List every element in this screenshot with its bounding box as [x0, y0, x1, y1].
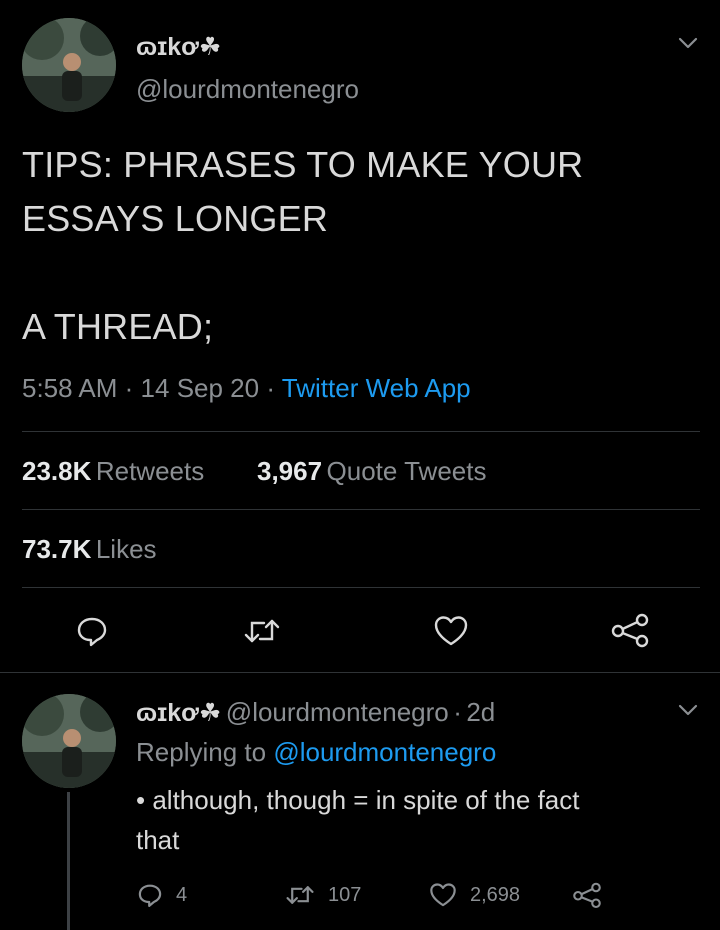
tweet-meta: 5:58 AM · 14 Sep 20 · Twitter Web App — [22, 373, 471, 404]
quote-tweets-stat[interactable]: 3,967 Quote Tweets — [257, 456, 486, 487]
thread-line — [67, 792, 70, 930]
reply-age[interactable]: 2d — [466, 697, 495, 727]
divider — [22, 587, 700, 588]
reply-icon — [136, 881, 164, 909]
author-avatar[interactable] — [22, 18, 116, 112]
tweet-text-line-3: A THREAD; — [22, 306, 214, 347]
divider — [0, 672, 720, 673]
reply-text-line-2: that — [136, 825, 180, 855]
likes-stat[interactable]: 73.7K Likes — [22, 534, 157, 565]
author-handle[interactable]: @lourdmontenegro — [136, 74, 359, 105]
reply-like-action[interactable]: 2,698 — [428, 880, 520, 910]
retweets-stat[interactable]: 23.8K Retweets — [22, 456, 204, 487]
share-icon[interactable] — [610, 611, 650, 649]
reply-like-count: 2,698 — [470, 883, 521, 906]
quote-tweets-count: 3,967 — [257, 456, 323, 486]
replying-to-line: Replying to @lourdmontenegro — [136, 737, 496, 768]
chevron-down-icon[interactable] — [676, 33, 700, 53]
likes-label: Likes — [95, 534, 157, 564]
reply-reply-action[interactable]: 4 — [136, 880, 187, 910]
chevron-down-icon[interactable] — [676, 700, 700, 720]
author-name[interactable]: ɷɪkơ☘ — [136, 32, 221, 62]
reply-count: 4 — [176, 883, 188, 906]
tweet-source-link[interactable]: Twitter Web App — [282, 373, 471, 403]
tweet-text-line-2: ESSAYS LONGER — [22, 198, 329, 239]
divider — [22, 509, 700, 510]
tweet-text-line-1: TIPS: PHRASES TO MAKE YOUR — [22, 144, 584, 185]
reply-text-line-1: • although, though = in spite of the fac… — [136, 785, 580, 815]
reply-author-avatar[interactable] — [22, 694, 116, 788]
reply-author-name[interactable]: ɷɪkơ☘ — [136, 699, 221, 727]
likes-count: 73.7K — [22, 534, 92, 564]
share-icon[interactable] — [572, 880, 602, 910]
reply-retweet-action[interactable]: 107 — [284, 880, 361, 910]
tweet-time[interactable]: 5:58 AM — [22, 373, 117, 403]
meta-separator: · — [266, 373, 276, 403]
replying-to-label: Replying to — [136, 737, 267, 767]
like-icon — [428, 881, 458, 909]
reply-header: ɷɪkơ☘ @lourdmontenegro · 2d — [136, 697, 495, 728]
meta-separator: · — [453, 697, 462, 727]
reply-icon[interactable] — [74, 613, 110, 649]
retweet-icon[interactable] — [242, 613, 282, 649]
reply-retweet-count: 107 — [328, 883, 362, 906]
reply-author-handle[interactable]: @lourdmontenegro — [226, 697, 449, 727]
tweet-date[interactable]: 14 Sep 20 — [141, 373, 260, 403]
retweets-count: 23.8K — [22, 456, 92, 486]
like-icon[interactable] — [432, 613, 470, 649]
divider — [22, 431, 700, 432]
replying-to-handle-link[interactable]: @lourdmontenegro — [273, 737, 496, 767]
retweets-label: Retweets — [95, 456, 205, 486]
meta-separator: · — [124, 373, 134, 403]
retweet-icon — [284, 881, 316, 909]
quote-tweets-label: Quote Tweets — [326, 456, 487, 486]
